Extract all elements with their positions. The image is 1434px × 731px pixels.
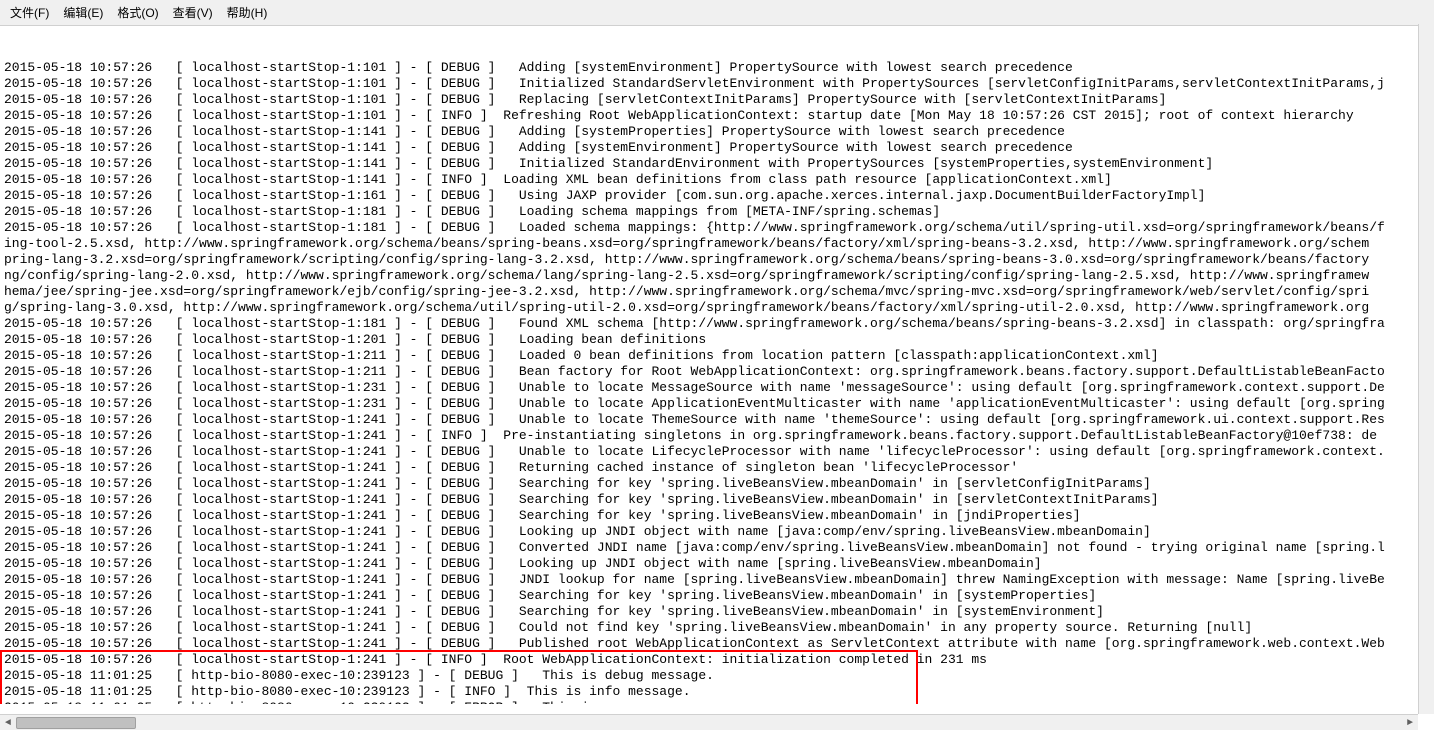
menu-file[interactable]: 文件(F) <box>4 2 55 23</box>
log-line: 2015-05-18 10:57:26 [ localhost-startSto… <box>4 604 1430 620</box>
menu-bar: 文件(F) 编辑(E) 格式(O) 查看(V) 帮助(H) <box>0 0 1434 26</box>
log-line: 2015-05-18 10:57:26 [ localhost-startSto… <box>4 124 1430 140</box>
log-line: 2015-05-18 10:57:26 [ localhost-startSto… <box>4 412 1430 428</box>
log-line: 2015-05-18 10:57:26 [ localhost-startSto… <box>4 556 1430 572</box>
log-line: 2015-05-18 10:57:26 [ localhost-startSto… <box>4 172 1430 188</box>
log-line: 2015-05-18 10:57:26 [ localhost-startSto… <box>4 588 1430 604</box>
menu-edit[interactable]: 编辑(E) <box>57 2 109 23</box>
log-line: hema/jee/spring-jee.xsd=org/springframew… <box>4 284 1430 300</box>
log-line: 2015-05-18 10:57:26 [ localhost-startSto… <box>4 140 1430 156</box>
log-line: 2015-05-18 10:57:26 [ localhost-startSto… <box>4 492 1430 508</box>
log-line: 2015-05-18 10:57:26 [ localhost-startSto… <box>4 76 1430 92</box>
log-line: 2015-05-18 11:01:25 [ http-bio-8080-exec… <box>4 700 1430 704</box>
log-line: g/spring-lang-3.0.xsd, http://www.spring… <box>4 300 1430 316</box>
horizontal-scrollbar[interactable]: ◄ ► <box>0 714 1418 730</box>
vertical-scrollbar[interactable] <box>1418 24 1434 714</box>
log-line: pring-lang-3.2.xsd=org/springframework/s… <box>4 252 1430 268</box>
scroll-right-arrow[interactable]: ► <box>1402 715 1418 731</box>
menu-format[interactable]: 格式(O) <box>111 2 164 23</box>
log-line: 2015-05-18 10:57:26 [ localhost-startSto… <box>4 108 1430 124</box>
horizontal-scrollbar-thumb[interactable] <box>16 717 136 729</box>
log-line: 2015-05-18 10:57:26 [ localhost-startSto… <box>4 380 1430 396</box>
log-line: 2015-05-18 10:57:26 [ localhost-startSto… <box>4 572 1430 588</box>
scroll-left-arrow[interactable]: ◄ <box>0 715 16 731</box>
log-line: 2015-05-18 10:57:26 [ localhost-startSto… <box>4 348 1430 364</box>
log-line: 2015-05-18 10:57:26 [ localhost-startSto… <box>4 460 1430 476</box>
log-line: 2015-05-18 10:57:26 [ localhost-startSto… <box>4 524 1430 540</box>
log-line: 2015-05-18 10:57:26 [ localhost-startSto… <box>4 428 1430 444</box>
log-line: 2015-05-18 10:57:26 [ localhost-startSto… <box>4 332 1430 348</box>
log-line: 2015-05-18 10:57:26 [ localhost-startSto… <box>4 92 1430 108</box>
log-line: 2015-05-18 10:57:26 [ localhost-startSto… <box>4 204 1430 220</box>
log-line: 2015-05-18 11:01:25 [ http-bio-8080-exec… <box>4 684 1430 700</box>
log-line: 2015-05-18 10:57:26 [ localhost-startSto… <box>4 620 1430 636</box>
log-line: 2015-05-18 10:57:26 [ localhost-startSto… <box>4 188 1430 204</box>
log-line: ng/config/spring-lang-2.0.xsd, http://ww… <box>4 268 1430 284</box>
log-line: 2015-05-18 10:57:26 [ localhost-startSto… <box>4 508 1430 524</box>
menu-help[interactable]: 帮助(H) <box>221 2 274 23</box>
log-line: 2015-05-18 10:57:26 [ localhost-startSto… <box>4 364 1430 380</box>
log-line: 2015-05-18 10:57:26 [ localhost-startSto… <box>4 652 1430 668</box>
log-line: 2015-05-18 10:57:26 [ localhost-startSto… <box>4 156 1430 172</box>
log-line: 2015-05-18 10:57:26 [ localhost-startSto… <box>4 636 1430 652</box>
log-line: 2015-05-18 10:57:26 [ localhost-startSto… <box>4 316 1430 332</box>
log-line: 2015-05-18 10:57:26 [ localhost-startSto… <box>4 396 1430 412</box>
log-line: 2015-05-18 10:57:26 [ localhost-startSto… <box>4 220 1430 236</box>
log-line: 2015-05-18 10:57:26 [ localhost-startSto… <box>4 476 1430 492</box>
log-text-area[interactable]: 2015-05-18 10:57:26 [ localhost-startSto… <box>0 26 1434 704</box>
log-line: 2015-05-18 10:57:26 [ localhost-startSto… <box>4 444 1430 460</box>
menu-view[interactable]: 查看(V) <box>167 2 219 23</box>
log-line: 2015-05-18 10:57:26 [ localhost-startSto… <box>4 540 1430 556</box>
log-line: 2015-05-18 10:57:26 [ localhost-startSto… <box>4 60 1430 76</box>
log-line: ing-tool-2.5.xsd, http://www.springframe… <box>4 236 1430 252</box>
log-line: 2015-05-18 11:01:25 [ http-bio-8080-exec… <box>4 668 1430 684</box>
